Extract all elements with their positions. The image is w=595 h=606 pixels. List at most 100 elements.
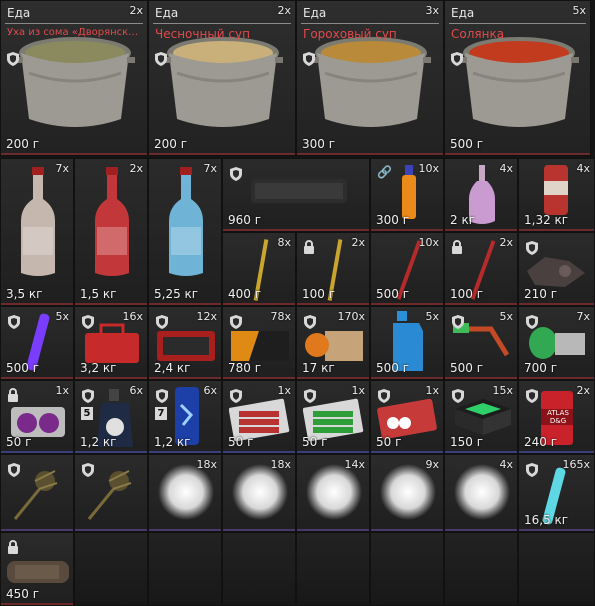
- lock-icon: [7, 539, 19, 554]
- inventory-slot-battery-pack-red[interactable]: 1x 50 г: [222, 380, 296, 454]
- row-underline: [445, 153, 590, 155]
- shield-icon: [304, 388, 316, 403]
- inventory-slot-purple-glowstick[interactable]: 5x 500 г: [0, 306, 74, 380]
- shield-icon: [156, 388, 168, 403]
- inventory-slot-yellow-rod-locked[interactable]: 2x 100 г: [296, 232, 370, 306]
- inventory-slot-purple-orbs[interactable]: 1x 50 г: [0, 380, 74, 454]
- inventory-slot-dried-plant-a[interactable]: [0, 454, 74, 532]
- item-count: 165x: [562, 458, 590, 471]
- inventory-slot-red-rod[interactable]: 10x 500 г: [370, 232, 444, 306]
- inventory-slot-dried-plant-b[interactable]: [74, 454, 148, 532]
- row-underline: [75, 303, 147, 305]
- inventory-grid: Еда 2x Уха из сома «Дворянск… 200 г Еда 2x Чес…: [0, 0, 595, 606]
- divider: [449, 23, 586, 24]
- empty-slot[interactable]: [74, 532, 148, 606]
- row-underline: [149, 451, 221, 453]
- item-name: Гороховый суп: [303, 27, 397, 41]
- item-count: 6x: [203, 384, 217, 397]
- item-category: Еда: [451, 6, 475, 20]
- inventory-slot-orange-black-box[interactable]: 78x 780 г: [222, 306, 296, 380]
- item-weight: 50 г: [376, 435, 402, 449]
- level-badge: 5: [81, 407, 93, 420]
- inventory-slot-green-tool[interactable]: 5x 500 г: [444, 306, 518, 380]
- item-count: 1x: [351, 384, 365, 397]
- row-underline: [371, 229, 443, 231]
- empty-slot[interactable]: [148, 532, 222, 606]
- inventory-slot-scrap-parts[interactable]: 210 г: [518, 232, 595, 306]
- inventory-slot-blue-canister[interactable]: 5x 500 г: [370, 306, 444, 380]
- level-badge: 7: [155, 407, 167, 420]
- inventory-slot-red-case[interactable]: 12x 2,4 кг: [148, 306, 222, 380]
- item-count: 14x: [344, 458, 365, 471]
- shield-icon: [156, 314, 168, 329]
- row-underline: [223, 529, 295, 531]
- row-underline: [223, 451, 295, 453]
- item-weight: 450 г: [6, 587, 40, 601]
- inventory-slot-orange-ammo-box[interactable]: 170x 17 кг: [296, 306, 370, 380]
- inventory-slot-red-toolbox[interactable]: 16x 3,2 кг: [74, 306, 148, 380]
- row-underline: [1, 451, 73, 453]
- inventory-slot-stick-pack[interactable]: 1x 50 г: [370, 380, 444, 454]
- inventory-slot-white-cloud-1[interactable]: 18x: [148, 454, 222, 532]
- row-underline: [445, 377, 517, 379]
- blue-bottle-image: [163, 167, 209, 281]
- inventory-slot-pink-bottle[interactable]: 4x 2 кг: [444, 158, 518, 232]
- row-underline: [297, 451, 369, 453]
- row-underline: [1, 603, 73, 605]
- inventory-slot-rusty-pipe[interactable]: 450 г: [0, 532, 74, 606]
- item-category: Еда: [155, 6, 179, 20]
- row-underline: [1, 377, 73, 379]
- row-underline: [1, 303, 73, 305]
- empty-slot[interactable]: [518, 532, 595, 606]
- inventory-slot-white-cloud-4[interactable]: 9x: [370, 454, 444, 532]
- inventory-slot-battery-pack-green[interactable]: 1x 50 г: [296, 380, 370, 454]
- item-weight: 1,2 кг: [80, 435, 117, 449]
- food-soup-slot[interactable]: Еда 3x Гороховый суп 300 г: [296, 0, 444, 156]
- shield-icon: [82, 314, 94, 329]
- inventory-slot-red-bottle-ruse[interactable]: 2x 1,5 кг: [74, 158, 148, 306]
- inventory-slot-white-cloud-3[interactable]: 14x: [296, 454, 370, 532]
- red-wine-bottle-image: [15, 167, 61, 281]
- empty-slot[interactable]: [444, 532, 518, 606]
- item-count: 8x: [277, 236, 291, 249]
- inventory-slot-grenade-dark[interactable]: 5 6x 1,2 кг: [74, 380, 148, 454]
- inventory-slot-cyan-glowstick[interactable]: 165x 16,5 кг: [518, 454, 595, 532]
- inventory-slot-white-cloud-5[interactable]: 4x: [444, 454, 518, 532]
- item-weight: 3,5 кг: [6, 287, 43, 301]
- item-weight: 100 г: [450, 287, 484, 301]
- food-soup-slot[interactable]: Еда 2x Чесночный суп 200 г: [148, 0, 296, 156]
- inventory-slot-yellow-rod[interactable]: 8x 400 г: [222, 232, 296, 306]
- food-soup-slot[interactable]: Еда 2x Уха из сома «Дворянск… 200 г: [0, 0, 148, 156]
- inventory-slot-white-cloud-2[interactable]: 18x: [222, 454, 296, 532]
- inventory-slot-red-wine-bottle[interactable]: 7x 3,5 кг: [0, 158, 74, 306]
- row-underline: [75, 529, 147, 531]
- item-category: Еда: [303, 6, 327, 20]
- item-weight: 210 г: [524, 287, 558, 301]
- item-count: 12x: [196, 310, 217, 323]
- inventory-slot-red-rod-locked[interactable]: 2x 100 г: [444, 232, 518, 306]
- shield-icon: [155, 51, 167, 66]
- inventory-slot-green-spool[interactable]: 7x 700 г: [518, 306, 595, 380]
- inventory-slot-energy-can[interactable]: 7 6x 1,2 кг: [148, 380, 222, 454]
- empty-slot[interactable]: [370, 532, 444, 606]
- inventory-slot-atlas-can[interactable]: 2x 240 г ATLAS D&G: [518, 380, 595, 454]
- inventory-slot-silencer[interactable]: 960 г: [222, 158, 370, 232]
- food-soup-slot[interactable]: Еда 5x Солянка 500 г: [444, 0, 591, 156]
- item-count: 10x: [418, 236, 439, 249]
- inventory-slot-blue-bottle[interactable]: 7x 5,25 кг: [148, 158, 222, 306]
- empty-slot[interactable]: [296, 532, 370, 606]
- inventory-slot-orange-injector[interactable]: 🔗 10x 300 г: [370, 158, 444, 232]
- empty-slot[interactable]: [222, 532, 296, 606]
- inventory-slot-soda-can[interactable]: 4x 1,32 кг: [518, 158, 595, 232]
- white-cloud-1-image: [157, 463, 215, 525]
- item-weight: 17 кг: [302, 361, 335, 375]
- inventory-slot-green-black-case[interactable]: 15x 150 г: [444, 380, 518, 454]
- row-underline: [371, 303, 443, 305]
- item-weight: 50 г: [302, 435, 328, 449]
- divider: [301, 23, 439, 24]
- row-underline: [149, 529, 221, 531]
- row-underline: [149, 303, 221, 305]
- shield-icon: [304, 314, 316, 329]
- shield-icon: [526, 240, 538, 255]
- link-icon: 🔗: [377, 165, 392, 179]
